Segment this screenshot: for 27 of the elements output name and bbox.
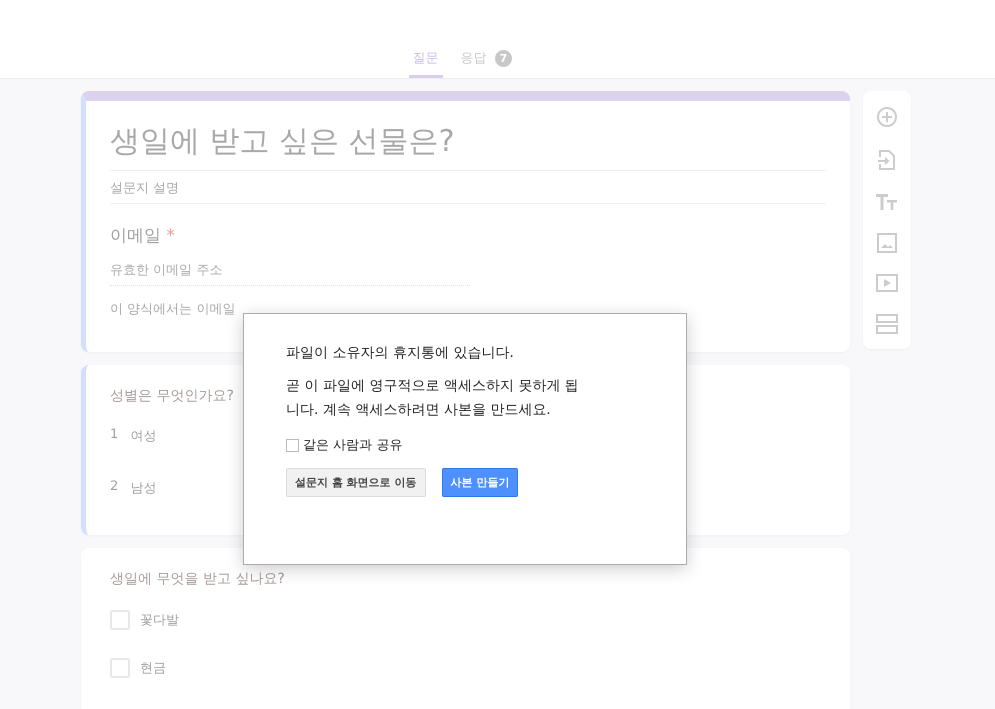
question-title: 생일에 무엇을 받고 싶나요? [110,570,285,588]
description-field[interactable]: 설문지 설명 [110,171,826,204]
option-label: 꽃다발 [140,612,179,629]
option-number: 1 [110,427,118,444]
question-title: 성별은 무엇인가요? [110,387,234,405]
option-number: 2 [110,479,118,496]
text-icon[interactable] [876,193,898,212]
checkbox[interactable] [286,438,299,452]
section-icon[interactable] [876,314,898,334]
checkbox-label: 같은 사람과 공유 [303,437,402,454]
image-icon[interactable] [877,232,897,253]
tab[interactable]: 질문 [408,49,443,78]
form-title: 생일에 받고 싶은 선물은? [110,121,826,171]
dialog-title: 파일이 소유자의 휴지통에 있습니다. [286,344,515,362]
email-label: 이메일 [110,226,161,246]
email-notice: 이 양식에서는 이메일 [110,301,236,318]
video-icon[interactable] [876,274,898,292]
go-home-button[interactable]: 설문지 홈 화면으로 이동 [286,468,426,497]
option-label: 현금 [140,660,166,677]
make-copy-button[interactable]: 사본 만들기 [442,468,518,497]
option-label: 여성 [130,428,156,445]
email-field[interactable]: 유효한 이메일 주소 [110,261,470,286]
option-label: 남성 [130,480,156,497]
required-mark: * [166,226,175,246]
dialog-message: 곧 이 파일에 영구적으로 액세스하지 못하게 됩니다. 계속 액세스하려면 사본을 만드세요. [286,377,580,420]
add-icon[interactable] [876,106,898,128]
import-icon[interactable] [877,149,897,172]
